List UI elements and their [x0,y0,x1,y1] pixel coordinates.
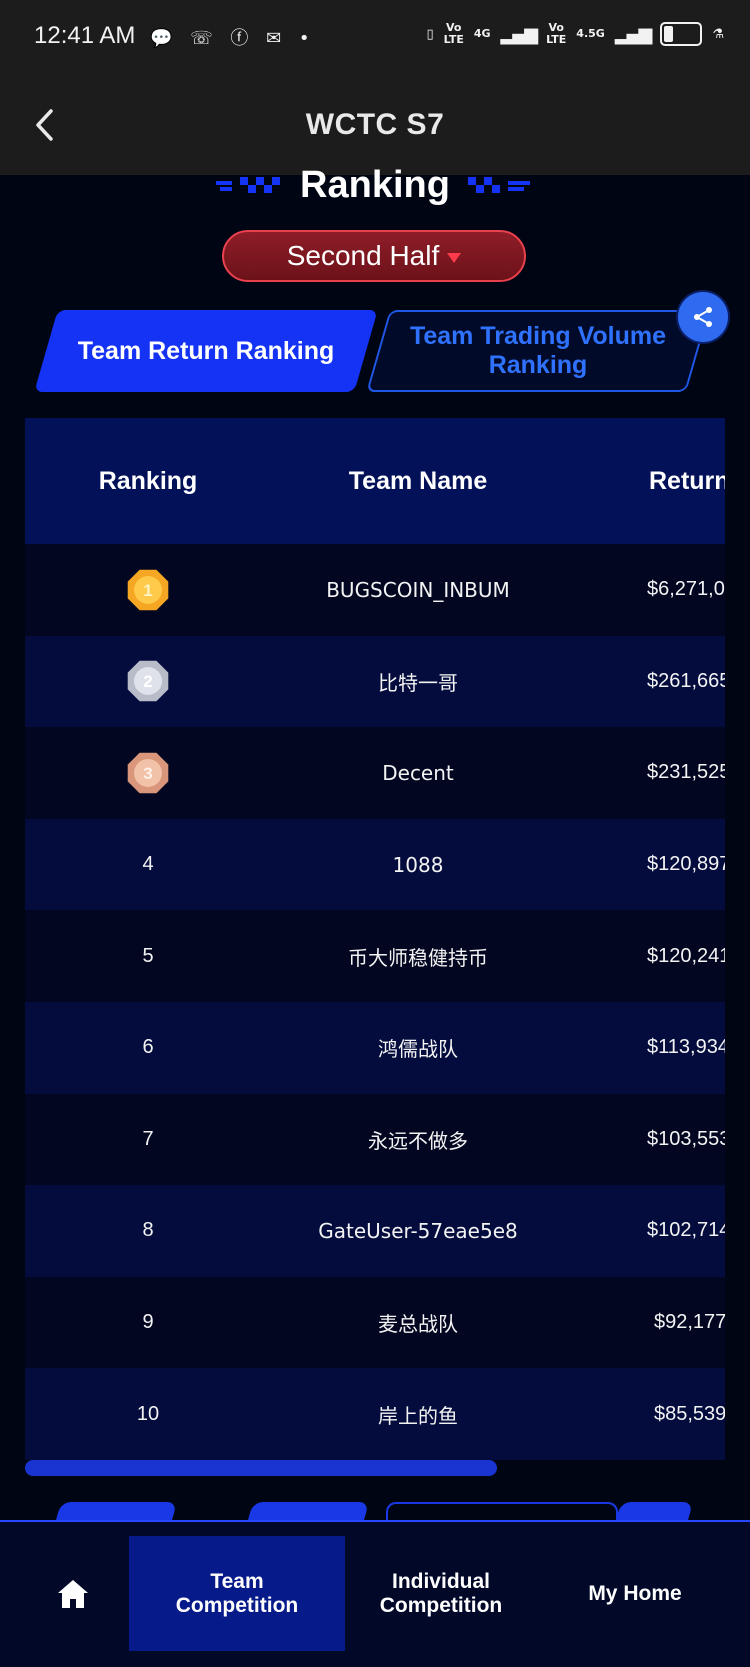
share-button[interactable] [678,292,728,342]
table-row[interactable]: 2 比特一哥 $261,665 [25,635,725,728]
flask-icon: ⚗ [712,26,724,42]
tab-team-trading-volume-ranking[interactable]: Team Trading Volume Ranking [366,310,710,392]
return-cell: $261,665 [647,669,725,692]
checkered-flag-decoration-right [467,177,530,193]
network-label-4: 4.5G [576,27,605,40]
nav-label: Team Competition [175,1569,299,1617]
bronze-medal-icon: 3 [127,752,169,794]
rank-cell: 1 [25,544,271,636]
table-header-row: Ranking Team Name Return [25,418,725,544]
team-name-cell: 币大师稳健持币 [348,945,488,970]
table-body: 1 BUGSCOIN_INBUM $6,271,038 2 比特一哥 $261,665 3 D… [25,544,725,1460]
team-name-cell: Decent [382,760,454,785]
column-header-team-name: Team Name [348,466,488,495]
status-time: 12:41 AM [34,22,136,49]
rank-cell: 8 [25,1185,271,1277]
tab-label: Team Trading Volume Ranking [409,322,667,379]
table-row[interactable]: 8 GateUser-57eae5e8 $102,714 [25,1185,725,1277]
network-label-3: Vo LTE [546,21,567,46]
home-icon [58,1579,88,1608]
rank-number: 8 [142,1219,154,1242]
caret-down-icon [447,252,462,263]
nav-individual-competition[interactable]: Individual Competition [346,1536,536,1651]
share-icon [694,307,712,327]
table-row[interactable]: 4 1088 $120,897 [25,818,725,911]
table-scrollbar[interactable] [25,1460,725,1476]
rank-number: 4 [142,853,154,876]
tab-team-return-ranking[interactable]: Team Return Ranking [34,310,378,392]
system-indicators: ▯ Vo LTE 4G ▂▄▆ Vo LTE 4.5G ▂▄▆ ⚗ [426,22,724,46]
column-header-return: Return [649,466,725,495]
status-bar: 12:41 AM 💬 ☏ ⓕ ✉ • ▯ Vo LTE 4G ▂▄▆ Vo LT… [0,0,750,75]
nav-my-home[interactable]: My Home [560,1536,710,1651]
return-cell: $92,177.9 [654,1311,725,1334]
half-selector-label: Second Half [286,240,440,271]
rank-cell: 3 [25,727,271,819]
page-title: WCTC S7 [305,108,445,141]
vibrate-icon: ▯ [426,26,434,42]
rank-cell: 5 [25,910,271,1002]
signal-icon-1: ▂▄▆ [500,23,539,45]
table-row[interactable]: 6 鸿儒战队 $113,934 [25,1001,725,1094]
table-row[interactable]: 9 麦总战队 $92,177.9 [25,1276,725,1369]
medal-rank-number: 2 [143,672,152,691]
rank-number: 7 [142,1127,154,1150]
nav-team-competition[interactable]: Team Competition [129,1536,345,1651]
return-cell: $85,539.9 [654,1402,725,1425]
table-row[interactable]: 1 BUGSCOIN_INBUM $6,271,038 [25,544,725,636]
bottom-navigation: Team Competition Individual Competition … [0,1520,750,1667]
app-header: WCTC S7 [0,75,750,175]
table-row[interactable]: 5 币大师稳健持币 $120,241 [25,910,725,1002]
medal-rank-number: 3 [143,764,152,783]
table-row[interactable]: 7 永远不做多 $103,553 [25,1093,725,1186]
team-name-cell: 比特一哥 [378,670,458,695]
rank-number: 5 [142,944,154,967]
return-cell: $120,897 [647,853,725,876]
team-name-cell: 永远不做多 [368,1128,468,1153]
rank-cell: 9 [25,1277,271,1369]
return-cell: $103,553 [647,1127,725,1150]
silver-medal-icon: 2 [127,661,169,702]
rank-number: 6 [142,1036,154,1059]
rank-number: 10 [136,1402,160,1425]
network-label-2: 4G [473,27,491,40]
tab-label: Team Return Ranking [77,336,335,365]
team-name-cell: 麦总战队 [378,1312,458,1337]
battery-icon [660,22,703,46]
team-name-cell: 岸上的鱼 [378,1403,458,1428]
network-label-1: Vo LTE [443,21,464,46]
rank-cell: 10 [25,1368,271,1460]
team-name-cell: GateUser-57eae5e8 [318,1218,518,1243]
rank-cell: 2 [25,636,271,728]
rank-cell: 7 [25,1094,271,1186]
gold-medal-icon: 1 [127,569,169,611]
rank-cell: 4 [25,819,271,911]
return-cell: $231,525 [647,761,725,784]
checkered-flag-decoration-left [216,177,281,193]
team-name-cell: 1088 [392,852,444,877]
ranking-heading: Ranking [0,163,750,207]
return-cell: $102,714 [647,1219,725,1242]
signal-icon-2: ▂▄▆ [614,23,653,45]
return-cell: $6,271,038 [647,578,725,601]
ranking-table[interactable]: Ranking Team Name Return 1 BUGSCOIN_INBUM… [25,418,725,1460]
return-cell: $113,934 [647,1036,725,1059]
nav-label: Individual Competition [379,1569,503,1617]
table-row[interactable]: 3 Decent $231,525 [25,727,725,819]
notification-icons: 💬 ☏ ⓕ ✉ • [150,28,316,49]
team-name-cell: 鸿儒战队 [378,1037,458,1062]
rank-number: 9 [142,1311,154,1334]
half-selector-dropdown[interactable]: Second Half [222,230,526,282]
column-header-ranking: Ranking [98,466,198,495]
nav-label: My Home [588,1581,682,1605]
medal-rank-number: 1 [143,581,152,600]
team-name-cell: BUGSCOIN_INBUM [326,577,510,602]
table-row[interactable]: 10 岸上的鱼 $85,539.9 [25,1368,725,1460]
rank-cell: 6 [25,1002,271,1094]
table-scrollbar-thumb[interactable] [25,1460,497,1476]
ranking-title: Ranking [300,163,450,206]
nav-home[interactable] [28,1536,118,1651]
return-cell: $120,241 [647,944,725,967]
